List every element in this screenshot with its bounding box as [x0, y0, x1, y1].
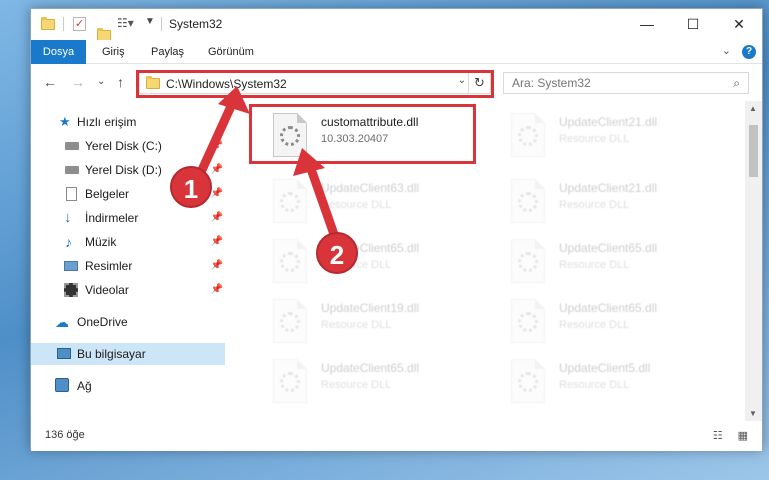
callout-badge-1: 1 — [170, 166, 212, 208]
arrow-1 — [197, 86, 250, 175]
arrow-2 — [293, 148, 341, 245]
callout-badge-2: 2 — [316, 232, 358, 274]
callout-arrows — [197, 86, 341, 245]
